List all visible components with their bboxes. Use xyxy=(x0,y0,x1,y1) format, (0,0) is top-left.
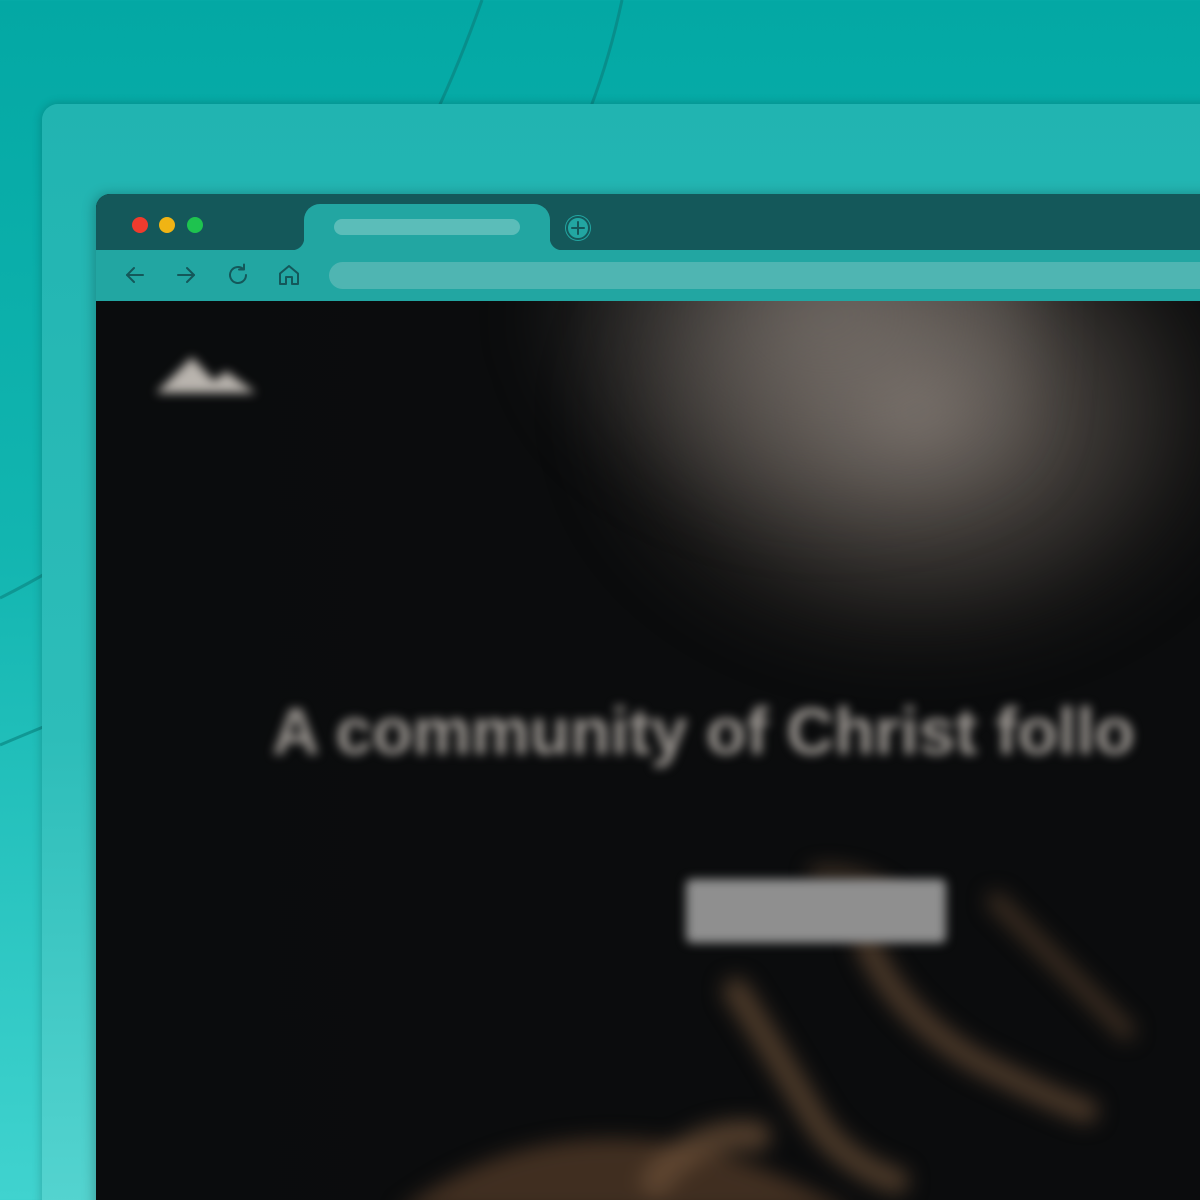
minimize-window-button[interactable] xyxy=(159,217,175,233)
back-button[interactable] xyxy=(122,262,148,288)
arrow-left-icon xyxy=(126,267,144,283)
new-tab-button[interactable] xyxy=(565,215,591,241)
plus-icon xyxy=(566,216,590,240)
home-icon xyxy=(279,265,299,285)
page-viewport: A community of Christ follo xyxy=(96,301,1200,1200)
browser-toolbar xyxy=(96,250,1200,301)
home-button[interactable] xyxy=(276,262,302,288)
reload-button[interactable] xyxy=(225,262,251,288)
address-bar[interactable] xyxy=(329,262,1200,289)
tab-strip xyxy=(96,194,1200,250)
reload-icon xyxy=(229,263,247,284)
logo-icon xyxy=(156,357,256,393)
browser-window: A community of Christ follo xyxy=(96,194,1200,1200)
hero-title: A community of Christ follo xyxy=(272,694,1135,768)
close-window-button[interactable] xyxy=(132,217,148,233)
arrow-right-icon xyxy=(177,267,195,283)
site-logo[interactable] xyxy=(156,349,256,399)
maximize-window-button[interactable] xyxy=(187,217,203,233)
tab-title-placeholder xyxy=(334,219,520,235)
forward-button[interactable] xyxy=(173,262,199,288)
hero-cta-button[interactable] xyxy=(686,879,946,943)
tab-active[interactable] xyxy=(292,204,562,250)
